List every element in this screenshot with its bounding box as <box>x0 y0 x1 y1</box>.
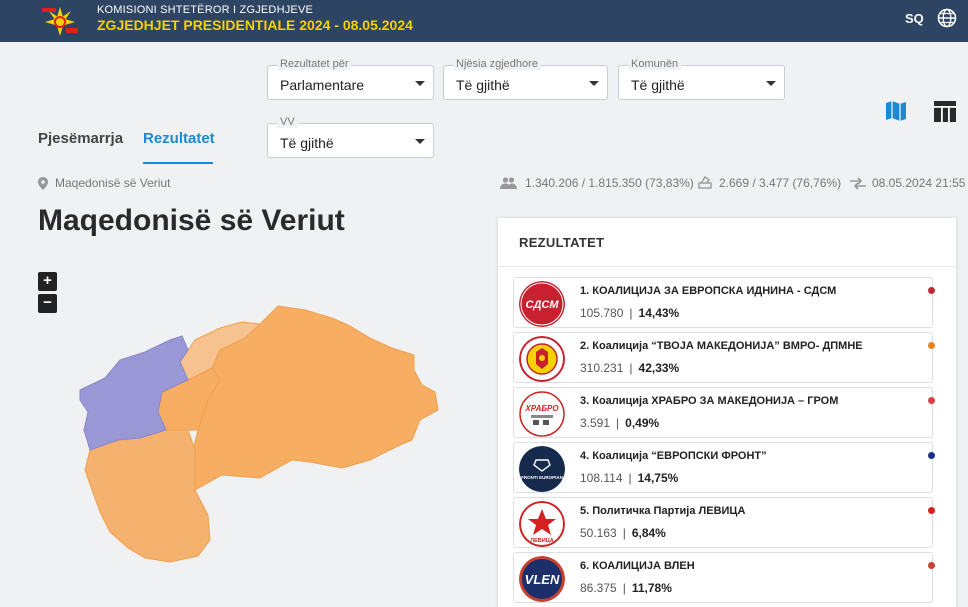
party-card[interactable]: ЛЕВИЦА 5. Политичка Партија ЛЕВИЦА 50.16… <box>513 497 935 548</box>
separator: | <box>616 416 620 430</box>
party-name: 4. Коалиција “ЕВРОПСКИ ФРОНТ” <box>580 450 767 462</box>
ballot-logo-icon <box>38 2 82 38</box>
party-percent: 14,75% <box>637 471 679 485</box>
separator: | <box>622 526 626 540</box>
party-name: 2. Коалиција “ТВОЈА МАКЕДОНИЈА” ВМРО- ДП… <box>580 340 863 352</box>
polling-station-label: VV <box>277 116 298 128</box>
party-color-dot <box>928 507 935 514</box>
election-title: ZGJEDHJET PRESIDENTIALE 2024 - 08.05.202… <box>97 17 413 33</box>
voters-icon <box>500 177 517 189</box>
tab-results[interactable]: Rezultatet <box>143 130 215 147</box>
party-votes: 86.375 <box>580 581 617 595</box>
party-card[interactable]: FRONTI EUROPIAN 4. Коалиција “ЕВРОПСКИ Ф… <box>513 442 935 493</box>
party-color-dot <box>928 562 935 569</box>
location-pin-icon <box>38 177 48 190</box>
party-votes: 50.163 <box>580 526 617 540</box>
party-name: 6. КОАЛИЦИЈА ВЛЕН <box>580 560 695 572</box>
ballot-box-icon <box>698 175 712 189</box>
voters-count: 1.340.206 / 1.815.350 (73,83%) <box>525 176 694 190</box>
party-logo-text: ЛЕВИЦА <box>530 538 553 544</box>
municipality-select[interactable]: Komunën Të gjithë <box>618 58 785 100</box>
caret-down-icon <box>415 81 425 86</box>
party-percent: 14,43% <box>638 306 680 320</box>
party-votes-row: 310.231 | 42,33% <box>580 361 679 375</box>
caret-down-icon <box>415 139 425 144</box>
party-votes-row: 105.780 | 14,43% <box>580 306 679 320</box>
party-logo-vlen-icon: VLEN <box>519 556 565 602</box>
results-panel: REZULTATET СДСМ 1. КОАЛИЦИЈА ЗА ЕВРОПСКА… <box>497 217 957 607</box>
party-color-dot <box>928 397 935 404</box>
panel-divider <box>498 266 956 267</box>
party-logo-vmro-icon <box>519 336 565 382</box>
zoom-in-button[interactable]: + <box>38 272 57 291</box>
globe-icon[interactable] <box>937 8 957 28</box>
polling-station-value: Të gjithë <box>280 135 334 151</box>
party-votes-row: 3.591 | 0,49% <box>580 416 659 430</box>
party-votes-row: 108.114 | 14,75% <box>580 471 678 485</box>
party-name: 1. КОАЛИЦИЈА ЗА ЕВРОПСКА ИДНИНА - СДСМ <box>580 285 837 297</box>
party-percent: 11,78% <box>631 581 672 595</box>
party-percent: 0,49% <box>625 416 660 430</box>
separator: | <box>629 306 633 320</box>
party-votes-row: 50.163 | 6,84% <box>580 526 666 540</box>
electoral-unit-label: Njësia zgjedhore <box>453 58 541 70</box>
party-color-dot <box>928 287 935 294</box>
top-bar: KOMISIONI SHTETËROR I ZGJEDHJEVE ZGJEDHJ… <box>0 0 968 42</box>
party-logo-text: VLEN <box>525 572 560 587</box>
results-for-label: Rezultatet për <box>277 58 352 70</box>
update-arrows-icon <box>850 177 866 190</box>
party-logo-text: СДСМ <box>526 299 560 311</box>
party-card[interactable]: 2. Коалиција “ТВОЈА МАКЕДОНИЈА” ВМРО- ДП… <box>513 332 935 383</box>
party-color-dot <box>928 342 935 349</box>
party-name: 3. Коалиција ХРАБРО ЗА МАКЕДОНИЈА – ГРОМ <box>580 395 839 407</box>
party-logo-front-icon: FRONTI EUROPIAN <box>519 446 565 492</box>
caret-down-icon <box>589 81 599 86</box>
separator: | <box>629 361 633 375</box>
caret-down-icon <box>766 81 776 86</box>
party-logo-text: FRONTI EUROPIAN <box>521 475 563 480</box>
party-card[interactable]: СДСМ 1. КОАЛИЦИЈА ЗА ЕВРОПСКА ИДНИНА - С… <box>513 277 935 328</box>
zoom-out-button[interactable]: − <box>38 294 57 313</box>
polling-stations-count: 2.669 / 3.477 (76,76%) <box>719 176 842 190</box>
party-logo-sdsm-icon: СДСМ <box>519 281 565 327</box>
electoral-map <box>79 305 439 563</box>
party-percent: 6,84% <box>631 526 666 540</box>
last-update-time: 08.05.2024 21:55 <box>872 176 966 190</box>
party-votes: 310.231 <box>580 361 624 375</box>
party-logo-hrabro-icon: ХРАБРО <box>519 391 565 437</box>
party-votes: 108.114 <box>580 471 623 485</box>
tab-turnout[interactable]: Pjesëmarrja <box>38 130 123 147</box>
separator: | <box>628 471 632 485</box>
party-card[interactable]: ХРАБРО 3. Коалиција ХРАБРО ЗА МАКЕДОНИЈА… <box>513 387 935 438</box>
region-title: Maqedonisë së Veriut <box>38 204 345 237</box>
commission-name: KOMISIONI SHTETËROR I ZGJEDHJEVE <box>97 4 314 16</box>
electoral-unit-select[interactable]: Njësia zgjedhore Të gjithë <box>443 58 608 100</box>
party-color-dot <box>928 452 935 459</box>
party-card[interactable]: VLEN 6. КОАЛИЦИЈА ВЛЕН 86.375 | 11,78% <box>513 552 935 603</box>
map-view-icon[interactable] <box>884 99 908 123</box>
location-breadcrumb[interactable]: Maqedonisë së Veriut <box>55 176 170 190</box>
results-title: REZULTATET <box>519 235 605 250</box>
party-logo-levica-icon: ЛЕВИЦА <box>519 501 565 547</box>
results-for-select[interactable]: Rezultatet për Parlamentare <box>267 58 434 100</box>
party-logo-text: ХРАБРО <box>524 404 559 413</box>
separator: | <box>622 581 626 595</box>
municipality-value: Të gjithë <box>631 77 685 93</box>
party-percent: 42,33% <box>638 361 680 375</box>
party-votes-row: 86.375 | 11,78% <box>580 581 672 595</box>
party-votes: 105.780 <box>580 306 624 320</box>
municipality-label: Komunën <box>628 58 682 70</box>
party-name: 5. Политичка Партија ЛЕВИЦА <box>580 505 746 517</box>
party-votes: 3.591 <box>580 416 611 430</box>
language-switch[interactable]: SQ <box>905 11 924 26</box>
active-tab-indicator <box>143 162 213 164</box>
electoral-unit-value: Të gjithë <box>456 77 510 93</box>
polling-station-select[interactable]: VV Të gjithë <box>267 116 434 158</box>
map-region-unit-2[interactable] <box>84 429 211 563</box>
table-view-icon[interactable] <box>933 100 957 124</box>
results-for-value: Parlamentare <box>280 77 365 93</box>
